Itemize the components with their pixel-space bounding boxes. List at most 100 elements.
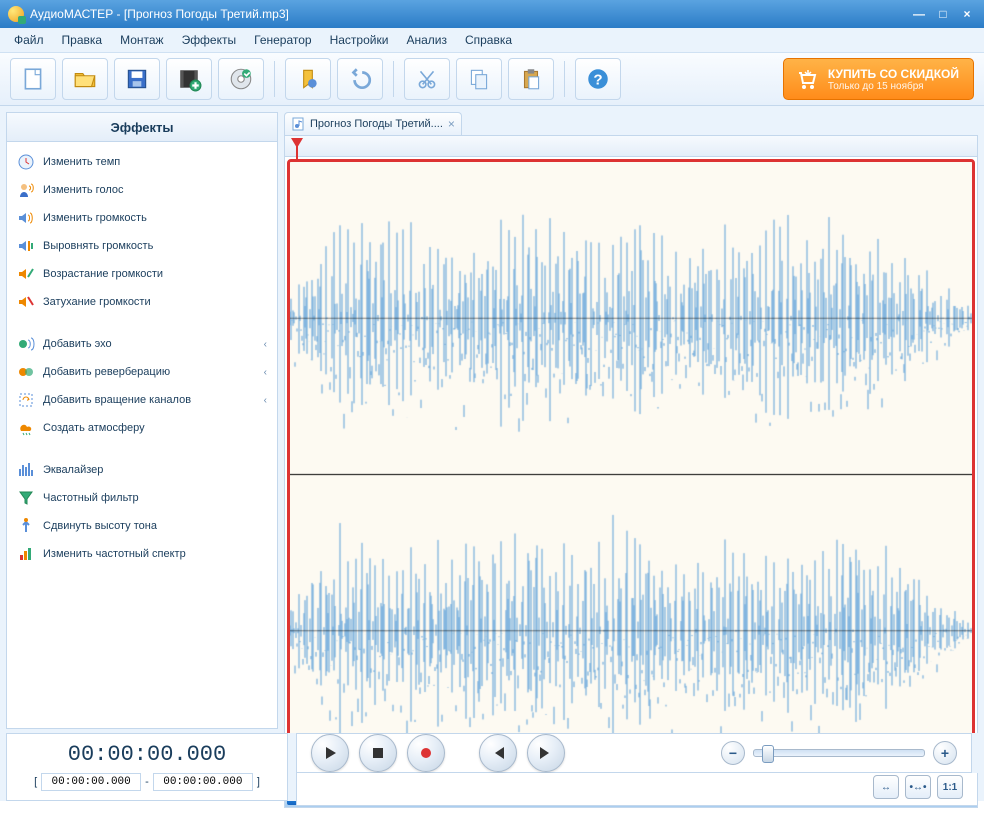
rotate-icon bbox=[17, 391, 35, 409]
menu-generator[interactable]: Генератор bbox=[246, 30, 319, 50]
prev-button[interactable] bbox=[479, 734, 517, 772]
menu-edit[interactable]: Правка bbox=[54, 30, 111, 50]
effect-reverb[interactable]: Добавить реверберацию‹ bbox=[7, 358, 277, 386]
effect-filter[interactable]: Частотный фильтр bbox=[7, 484, 277, 512]
new-button[interactable] bbox=[10, 58, 56, 100]
maximize-button[interactable]: □ bbox=[934, 7, 952, 21]
chevron-left-icon: ‹ bbox=[264, 395, 267, 406]
buy-label: КУПИТЬ СО СКИДКОЙ bbox=[828, 67, 959, 81]
buy-sublabel: Только до 15 ноября bbox=[828, 81, 924, 92]
cart-icon bbox=[794, 67, 818, 91]
zoom-controls: − + bbox=[721, 741, 957, 765]
effect-atmosphere[interactable]: Создать атмосферу bbox=[7, 414, 277, 442]
tab-bar: Прогноз Погоды Третий.... × bbox=[284, 112, 978, 135]
close-button[interactable]: × bbox=[958, 7, 976, 21]
effect-spectrum[interactable]: Изменить частотный спектр bbox=[7, 540, 277, 568]
current-time: 00:00:00.000 bbox=[15, 742, 279, 767]
tab-label: Прогноз Погоды Третий.... bbox=[310, 118, 443, 130]
menubar: Файл Правка Монтаж Эффекты Генератор Нас… bbox=[0, 28, 984, 53]
buy-button[interactable]: КУПИТЬ СО СКИДКОЙ Только до 15 ноября bbox=[783, 58, 974, 100]
effect-rotate[interactable]: Добавить вращение каналов‹ bbox=[7, 386, 277, 414]
play-button[interactable] bbox=[311, 734, 349, 772]
toolbar: ? КУПИТЬ СО СКИДКОЙ Только до 15 ноября bbox=[0, 53, 984, 106]
effect-normalize[interactable]: Выровнять громкость bbox=[7, 232, 277, 260]
transport-controls: − + bbox=[296, 733, 972, 773]
selection-end-input[interactable] bbox=[153, 773, 253, 791]
chevron-left-icon: ‹ bbox=[264, 339, 267, 350]
sidebar-title: Эффекты bbox=[7, 113, 277, 142]
titlebar: АудиоМАСТЕР - [Прогноз Погоды Третий.mp3… bbox=[0, 0, 984, 28]
app-icon bbox=[8, 6, 24, 22]
view-controls: ↔ •↔• 1:1 bbox=[296, 773, 978, 806]
selection-range: [ - ] bbox=[15, 773, 279, 791]
time-panel: 00:00:00.000 [ - ] bbox=[6, 733, 288, 801]
spectrum-icon bbox=[17, 545, 35, 563]
copy-button[interactable] bbox=[456, 58, 502, 100]
fadeout-icon bbox=[17, 293, 35, 311]
undo-button[interactable] bbox=[337, 58, 383, 100]
menu-file[interactable]: Файл bbox=[6, 30, 52, 50]
bookmark-button[interactable] bbox=[285, 58, 331, 100]
menu-settings[interactable]: Настройки bbox=[322, 30, 397, 50]
effect-echo[interactable]: Добавить эхо‹ bbox=[7, 330, 277, 358]
effect-fadein[interactable]: Возрастание громкости bbox=[7, 260, 277, 288]
waveform-display[interactable] bbox=[287, 159, 975, 790]
record-button[interactable] bbox=[407, 734, 445, 772]
reverb-icon bbox=[17, 363, 35, 381]
tab-close-icon[interactable]: × bbox=[448, 117, 455, 131]
burn-cd-button[interactable] bbox=[218, 58, 264, 100]
stop-button[interactable] bbox=[359, 734, 397, 772]
save-video-button[interactable] bbox=[166, 58, 212, 100]
audio-file-icon bbox=[291, 117, 305, 131]
effect-eq[interactable]: Эквалайзер bbox=[7, 456, 277, 484]
clock-icon bbox=[17, 153, 35, 171]
sidebar: Эффекты Изменить темп Изменить голос Изм… bbox=[6, 112, 278, 729]
help-button[interactable]: ? bbox=[575, 58, 621, 100]
selection-start-input[interactable] bbox=[41, 773, 141, 791]
content-area: Эффекты Изменить темп Изменить голос Изм… bbox=[0, 106, 984, 735]
speaker-icon bbox=[17, 209, 35, 227]
normalize-icon bbox=[17, 237, 35, 255]
effect-pitch[interactable]: Сдвинуть высоту тона bbox=[7, 512, 277, 540]
zoom-in-button[interactable]: + bbox=[933, 741, 957, 765]
svg-text:?: ? bbox=[593, 71, 602, 88]
toolbar-separator bbox=[564, 61, 565, 97]
menu-montage[interactable]: Монтаж bbox=[112, 30, 172, 50]
person-icon bbox=[17, 181, 35, 199]
timeline-ruler[interactable] bbox=[285, 136, 977, 157]
bottom-panel: 00:00:00.000 [ - ] − + bbox=[0, 733, 984, 801]
window-controls: — □ × bbox=[910, 7, 976, 21]
fadein-icon bbox=[17, 265, 35, 283]
effect-voice[interactable]: Изменить голос bbox=[7, 176, 277, 204]
zoom-knob[interactable] bbox=[762, 745, 774, 763]
save-button[interactable] bbox=[114, 58, 160, 100]
zoom-11-button[interactable]: 1:1 bbox=[937, 775, 963, 799]
menu-effects[interactable]: Эффекты bbox=[174, 30, 245, 50]
menu-analysis[interactable]: Анализ bbox=[398, 30, 455, 50]
effect-fadeout[interactable]: Затухание громкости bbox=[7, 288, 277, 316]
chevron-left-icon: ‹ bbox=[264, 367, 267, 378]
sidebar-list: Изменить темп Изменить голос Изменить гр… bbox=[7, 142, 277, 574]
cut-button[interactable] bbox=[404, 58, 450, 100]
echo-icon bbox=[17, 335, 35, 353]
paste-button[interactable] bbox=[508, 58, 554, 100]
atmosphere-icon bbox=[17, 419, 35, 437]
toolbar-separator bbox=[393, 61, 394, 97]
main-area: Прогноз Погоды Третий.... × bbox=[284, 112, 978, 729]
fit-selection-button[interactable]: •↔• bbox=[905, 775, 931, 799]
zoom-out-button[interactable]: − bbox=[721, 741, 745, 765]
playhead-marker[interactable] bbox=[291, 138, 303, 148]
effect-tempo[interactable]: Изменить темп bbox=[7, 148, 277, 176]
next-button[interactable] bbox=[527, 734, 565, 772]
zoom-slider[interactable] bbox=[753, 749, 925, 757]
file-tab[interactable]: Прогноз Погоды Третий.... × bbox=[284, 112, 462, 135]
effect-volume[interactable]: Изменить громкость bbox=[7, 204, 277, 232]
waveform-panel bbox=[284, 135, 978, 808]
menu-help[interactable]: Справка bbox=[457, 30, 520, 50]
toolbar-separator bbox=[274, 61, 275, 97]
eq-icon bbox=[17, 461, 35, 479]
open-button[interactable] bbox=[62, 58, 108, 100]
minimize-button[interactable]: — bbox=[910, 7, 928, 21]
fit-width-button[interactable]: ↔ bbox=[873, 775, 899, 799]
app-window: АудиоМАСТЕР - [Прогноз Погоды Третий.mp3… bbox=[0, 0, 984, 823]
